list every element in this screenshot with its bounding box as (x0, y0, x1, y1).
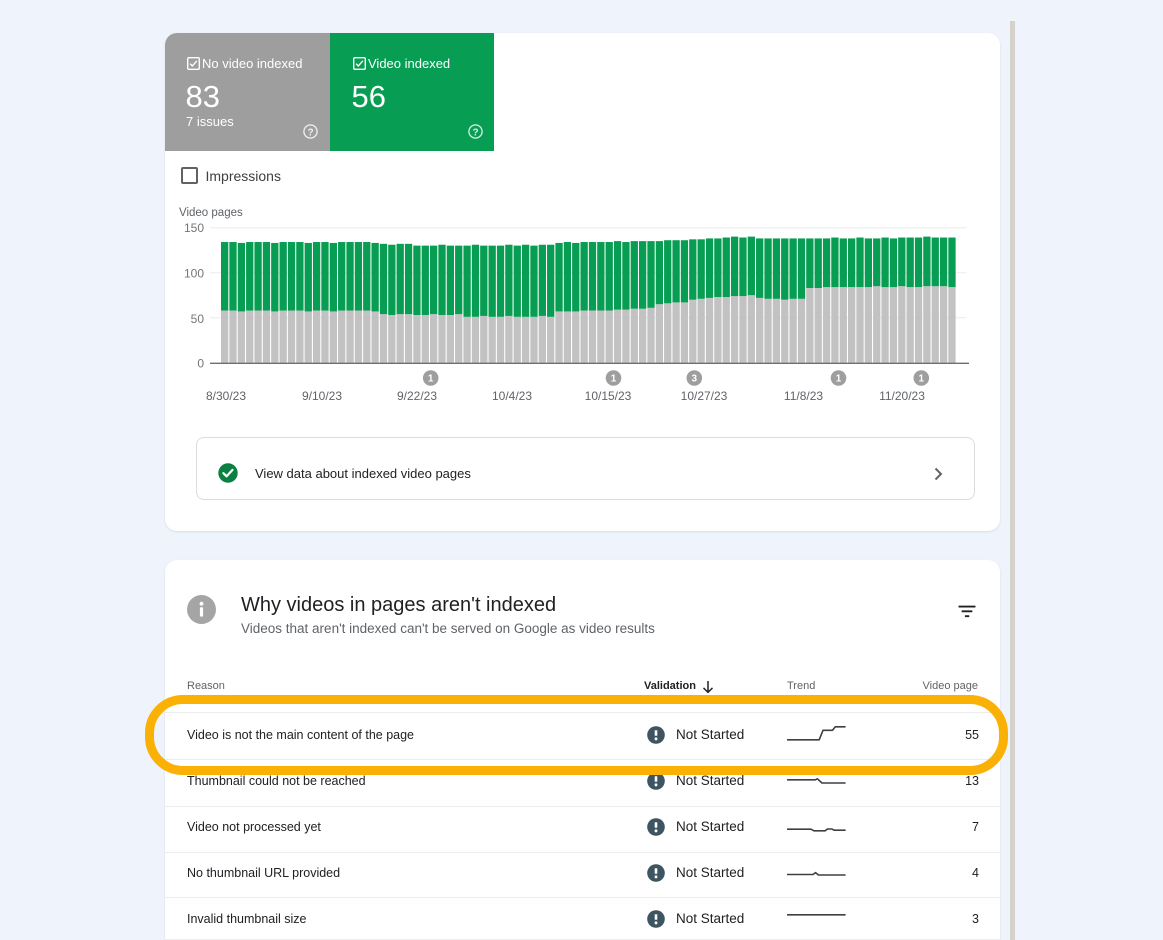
svg-text:9/10/23: 9/10/23 (302, 389, 342, 403)
svg-text:1: 1 (428, 374, 434, 385)
svg-text:11/20/23: 11/20/23 (879, 389, 925, 403)
svg-text:0: 0 (197, 357, 204, 371)
svg-text:1: 1 (836, 374, 842, 385)
svg-text:100: 100 (184, 267, 204, 281)
svg-text:1: 1 (919, 374, 925, 385)
svg-text:?: ? (472, 128, 478, 139)
svg-text:150: 150 (184, 221, 204, 235)
svg-text:10/15/23: 10/15/23 (585, 389, 632, 403)
svg-text:9/22/23: 9/22/23 (397, 389, 437, 403)
svg-text:1: 1 (611, 374, 617, 385)
svg-text:3: 3 (692, 374, 698, 385)
svg-text:10/4/23: 10/4/23 (492, 389, 532, 403)
svg-text:10/27/23: 10/27/23 (681, 389, 728, 403)
svg-text:?: ? (307, 128, 313, 139)
svg-text:8/30/23: 8/30/23 (206, 389, 246, 403)
svg-text:Video pages: Video pages (179, 207, 243, 219)
svg-text:11/8/23: 11/8/23 (784, 389, 823, 403)
svg-text:50: 50 (191, 312, 205, 326)
